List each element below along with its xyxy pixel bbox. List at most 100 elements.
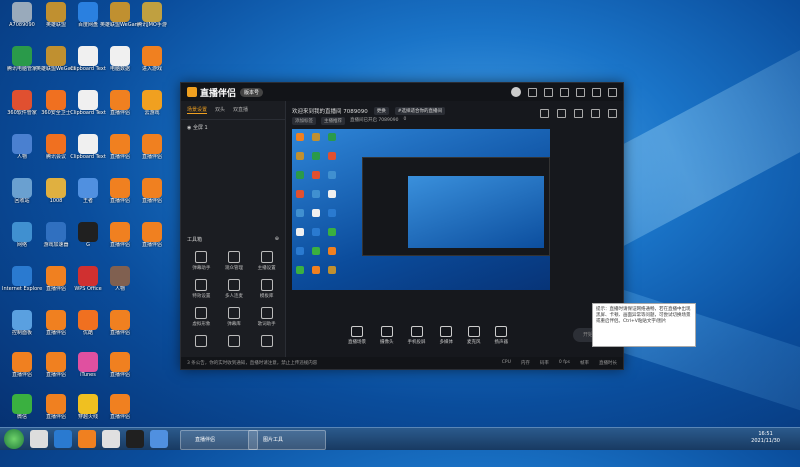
- desktop-icon[interactable]: 人物: [100, 266, 140, 308]
- recommend-tag[interactable]: 主播推荐: [321, 117, 345, 125]
- add-tag-button[interactable]: 添加标签: [292, 117, 316, 125]
- preview-app-icon: [296, 266, 304, 274]
- app-icon: [110, 310, 130, 330]
- tab-dual[interactable]: 双头: [215, 106, 225, 114]
- desktop-icon[interactable]: 进入游戏: [132, 46, 172, 88]
- tool-item[interactable]: 歌词助手: [250, 307, 283, 327]
- desktop-icon[interactable]: 直播伴侣: [132, 222, 172, 264]
- maximize-icon[interactable]: [592, 87, 601, 97]
- tool-item[interactable]: 特效设置: [185, 279, 218, 299]
- app-icon: [46, 394, 66, 414]
- scene-button[interactable]: 直播场景: [348, 325, 366, 345]
- preview-app-icon: [328, 209, 336, 217]
- desktop-icon[interactable]: 云游戏: [132, 90, 172, 132]
- speaker-button[interactable]: 扬声器: [495, 325, 508, 345]
- preview-app-icon: [328, 190, 336, 198]
- date: 2021/11/30: [751, 438, 780, 444]
- message-icon[interactable]: [544, 87, 553, 97]
- eye-icon[interactable]: ◉: [187, 125, 191, 131]
- scene-item[interactable]: ◉ 全屏 1: [181, 120, 285, 135]
- bell-icon[interactable]: [591, 109, 600, 118]
- close-icon[interactable]: [608, 87, 617, 97]
- version-badge[interactable]: 版本号: [240, 87, 264, 97]
- app-icon: [12, 222, 32, 242]
- wand-icon[interactable]: [574, 109, 583, 118]
- desktop-icon[interactable]: 直播伴侣: [132, 134, 172, 176]
- change-button[interactable]: 更换: [373, 107, 389, 115]
- app-icon: [78, 46, 98, 66]
- stream-preview[interactable]: [292, 129, 550, 290]
- app-icon[interactable]: [150, 430, 168, 448]
- preview-app-icon: [328, 266, 336, 274]
- preview-app-icon: [328, 247, 336, 255]
- app-icon: [46, 310, 66, 330]
- tool-item[interactable]: 多人连麦: [218, 279, 251, 299]
- gift-icon[interactable]: [540, 109, 549, 118]
- tab-scene[interactable]: 场景设置: [187, 106, 208, 114]
- tab-dual-live[interactable]: 双直播: [233, 106, 248, 114]
- desktop-icon[interactable]: 直播伴侣: [100, 352, 140, 394]
- app-icon: [78, 266, 98, 286]
- app-icon: [78, 394, 98, 414]
- app-icon: [46, 266, 66, 286]
- bitrate-stat: 码率: [539, 361, 549, 366]
- tool-item[interactable]: 观众管理: [218, 251, 251, 271]
- tool-icon: [195, 251, 208, 263]
- desktop-icon[interactable]: 腾讯JMO手游: [132, 2, 172, 44]
- more-icon[interactable]: ⊕: [275, 236, 279, 243]
- tool-item[interactable]: 弹幕助手: [185, 251, 218, 271]
- app-icon: [12, 2, 32, 22]
- app-icon: [12, 310, 32, 330]
- title-bar: 直播伴侣 版本号: [181, 83, 623, 101]
- avatar[interactable]: [511, 87, 521, 97]
- stream-title[interactable]: 欢迎来到我的直播间 7089090: [292, 107, 368, 115]
- app-icon: [46, 2, 66, 22]
- preview-app-icon: [328, 152, 336, 160]
- app-icon: [78, 222, 98, 242]
- preview-app-icon: [312, 247, 320, 255]
- grid-icon[interactable]: [557, 109, 566, 118]
- mic-button[interactable]: 麦克风: [467, 325, 481, 345]
- share-icon[interactable]: [608, 109, 617, 118]
- file-icon[interactable]: [102, 430, 120, 448]
- task-live-companion[interactable]: 直播伴侣: [180, 430, 258, 450]
- tool-item[interactable]: 模板库: [250, 279, 283, 299]
- phone-cast-button[interactable]: 手机投屏: [408, 325, 426, 345]
- ie-icon[interactable]: [54, 430, 72, 448]
- status-text: 3 条公告，你的实时收到通知，直播时请注意，禁止上传违规内容: [187, 361, 318, 366]
- tool-icon: [227, 307, 240, 319]
- task-image-tool[interactable]: 图片工具: [248, 430, 326, 450]
- media-button[interactable]: 多媒体: [440, 325, 453, 345]
- app-logo: 直播伴侣: [187, 86, 236, 99]
- tool-item[interactable]: 虚拟形象: [185, 307, 218, 327]
- skin-icon[interactable]: [528, 87, 537, 97]
- scene-label: 全屏 1: [192, 125, 208, 131]
- live-icon[interactable]: [78, 430, 96, 448]
- tool-item[interactable]: [218, 335, 251, 349]
- tool-item[interactable]: [185, 335, 218, 349]
- app-icon: [110, 222, 130, 242]
- framerate-stat: 帧率: [580, 361, 589, 366]
- tool-label: 虚拟形象: [192, 322, 211, 327]
- camera-label: 摄像头: [380, 339, 394, 345]
- start-button[interactable]: [4, 429, 24, 449]
- tool-item[interactable]: 主播设置: [250, 251, 283, 271]
- desktop-icon[interactable]: 直播伴侣: [132, 178, 172, 220]
- blank-icon[interactable]: [30, 430, 48, 448]
- minimize-icon[interactable]: [576, 87, 585, 97]
- camera-button[interactable]: 摄像头: [380, 325, 394, 345]
- app-icon: [110, 266, 130, 286]
- app-icon: [78, 2, 98, 22]
- preview-app-icon: [296, 228, 304, 236]
- preview-app-icon: [296, 209, 304, 217]
- desktop-icon[interactable]: 直播伴侣: [100, 310, 140, 352]
- category-chip[interactable]: #选择适合你的直播间: [394, 107, 446, 115]
- speaker-icon: [495, 325, 508, 337]
- tool-item[interactable]: 弹幕库: [218, 307, 251, 327]
- g-icon[interactable]: [126, 430, 144, 448]
- clock[interactable]: 16:51 2021/11/30: [751, 431, 780, 445]
- menu-icon[interactable]: [560, 87, 569, 97]
- left-panel: 场景设置 双头 双直播 ◉ 全屏 1 工具箱 ⊕ 弹幕助手 观众管理 主播设置 特效设置…: [181, 101, 286, 369]
- tool-item[interactable]: [250, 335, 283, 349]
- desktop-icon-label: 云游戏: [144, 110, 160, 116]
